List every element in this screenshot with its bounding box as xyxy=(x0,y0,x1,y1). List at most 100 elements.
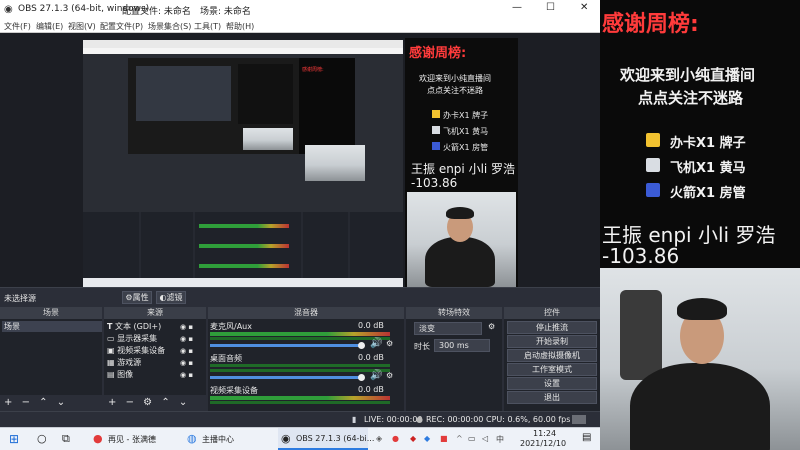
eye-icon[interactable]: ◉ ▪ xyxy=(180,333,193,345)
tray-icon[interactable]: ● xyxy=(392,434,399,443)
controls-title: 控件 xyxy=(504,307,600,319)
network-icon[interactable]: ▭ xyxy=(468,434,476,443)
gear-icon[interactable]: ⚙ xyxy=(386,371,393,380)
status-bar: ▮ LIVE: 00:00:00 ● REC: 00:00:00 CPU: 0.… xyxy=(0,411,600,427)
gear-icon[interactable]: ⚙ xyxy=(386,339,393,348)
add-scene-icon[interactable]: + xyxy=(4,397,12,408)
audio-meter xyxy=(210,332,390,336)
preview-canvas[interactable]: 感谢周榜: 感谢周榜: 欢迎来到小纯直播间 点点关注不迷路 办卡X1 牌子 飞机… xyxy=(0,33,600,287)
audio-meter xyxy=(210,364,390,367)
tray-icon[interactable]: ◆ xyxy=(410,434,416,443)
controls-dock: 控件 停止推流 开始录制 启动虚拟摄像机 工作室模式 设置 退出 xyxy=(504,307,600,411)
menu-edit[interactable]: 编辑(E) xyxy=(36,21,63,32)
chevron-up-icon[interactable]: ^ xyxy=(456,434,463,443)
source-settings-icon[interactable]: ⚙ xyxy=(143,397,152,408)
filters-button[interactable]: ◐滤镜 xyxy=(156,291,186,304)
nested-names: 王振 enpi 小li 罗浩 xyxy=(411,162,516,176)
menu-file[interactable]: 文件(F) xyxy=(4,21,31,32)
nested-webcam-feed xyxy=(407,192,516,287)
stream-overlay: 感谢周榜: 欢迎来到小纯直播间 点点关注不迷路 办卡X1 牌子 飞机X1 黄马 … xyxy=(600,0,800,450)
source-item-image[interactable]: ▤ 图像 xyxy=(107,369,133,380)
tray-icon[interactable]: ◆ xyxy=(424,434,430,443)
audio-meter xyxy=(210,396,390,400)
audio-meter xyxy=(210,369,390,372)
menu-tools[interactable]: 工具(T) xyxy=(194,21,221,32)
search-icon[interactable]: ○ xyxy=(37,432,47,445)
volume-knob[interactable] xyxy=(358,342,365,349)
source-item-camera[interactable]: ▣ 视频采集设备 xyxy=(107,345,165,356)
exit-button[interactable]: 退出 xyxy=(507,391,597,404)
task-view-icon[interactable]: ⧉ xyxy=(62,432,70,446)
mixer-dock: 混音器 麦克风/Aux 0.0 dB 🔊 ⚙ 桌面音频 0.0 dB 🔊 ⚙ 视… xyxy=(208,307,404,411)
eye-icon[interactable]: ◉ ▪ xyxy=(180,321,193,333)
tray-icon[interactable]: ■ xyxy=(440,434,448,443)
windows-start-icon[interactable]: ⊞ xyxy=(9,432,19,446)
studio-mode-button[interactable]: 工作室模式 xyxy=(507,363,597,376)
maximize-button[interactable]: ☐ xyxy=(546,2,555,13)
speaker-icon[interactable]: 🔊 xyxy=(370,370,382,381)
mixer-channel-db: 0.0 dB xyxy=(358,321,384,330)
settings-button[interactable]: 设置 xyxy=(507,377,597,390)
menu-scene-collection[interactable]: 场景集合(S) xyxy=(148,21,191,32)
close-button[interactable]: ✕ xyxy=(580,2,588,13)
window-scene-collection: 场景: 未命名 xyxy=(200,7,251,17)
gear-icon[interactable]: ⚙ xyxy=(488,322,495,331)
properties-button[interactable]: ⚙属性 xyxy=(122,291,152,304)
source-item-text[interactable]: T 文本 (GDI+) xyxy=(107,321,161,332)
menu-view[interactable]: 视图(V) xyxy=(68,21,96,32)
minimize-button[interactable]: — xyxy=(512,2,522,13)
taskbar-item-obs[interactable]: ◉ OBS 27.1.3 (64-bi... xyxy=(278,428,374,450)
scene-item[interactable]: 场景 xyxy=(2,321,102,332)
taskbar-item-music[interactable]: ● 再见 - 张满德 xyxy=(90,428,176,450)
start-virtual-camera-button[interactable]: 启动虚拟摄像机 xyxy=(507,349,597,362)
move-up-icon[interactable]: ⌃ xyxy=(39,397,47,408)
nested-inner-cam xyxy=(243,128,293,150)
duration-input[interactable]: 300 ms xyxy=(434,339,490,352)
gear-icon: ⚙ xyxy=(125,293,133,302)
transition-select[interactable]: 淡变 xyxy=(414,322,482,335)
source-label-camera: 视频采集设备 xyxy=(117,346,166,355)
source-item-display[interactable]: ▭ 显示器采集 xyxy=(107,333,157,344)
scenes-list: 场景 xyxy=(0,319,102,395)
notification-icon[interactable]: ▤ xyxy=(582,432,591,443)
stop-streaming-button[interactable]: 停止推流 xyxy=(507,321,597,334)
nested-preview xyxy=(128,58,308,154)
move-down-icon[interactable]: ⌄ xyxy=(57,397,65,408)
rocket-icon xyxy=(432,142,440,150)
scenes-dock: 场景 场景 + − ⌃ ⌄ xyxy=(0,307,102,411)
volume-knob[interactable] xyxy=(358,374,365,381)
start-recording-button[interactable]: 开始录制 xyxy=(507,335,597,348)
scene-controls: + − ⌃ ⌄ xyxy=(4,397,65,408)
source-item-game[interactable]: ▦ 游戏源 xyxy=(107,357,141,368)
menu-help[interactable]: 帮助(H) xyxy=(226,21,254,32)
volume-icon[interactable]: ◁ xyxy=(482,434,488,443)
source-toolbar: 未选择源 ⚙属性 ◐滤镜 xyxy=(0,287,600,306)
speaker-icon[interactable]: 🔊 xyxy=(370,338,382,349)
menu-profile[interactable]: 配置文件(P) xyxy=(100,21,143,32)
ime-icon[interactable]: 中 xyxy=(496,434,504,445)
source-up-icon[interactable]: ⌃ xyxy=(161,397,169,408)
tray-icon[interactable]: ◈ xyxy=(376,434,382,443)
eye-icon[interactable]: ◉ ▪ xyxy=(180,369,193,381)
source-label-game: 游戏源 xyxy=(117,358,142,367)
rocket-icon xyxy=(646,183,660,197)
taskbar-item-streamer-center[interactable]: ◍ 主播中心 xyxy=(184,428,272,450)
volume-slider[interactable] xyxy=(210,376,362,379)
clock-date: 2021/12/10 xyxy=(520,439,567,448)
gamepad-icon: ▦ xyxy=(107,358,115,367)
eye-icon[interactable]: ◉ ▪ xyxy=(180,345,193,357)
mixer-body: 麦克风/Aux 0.0 dB 🔊 ⚙ 桌面音频 0.0 dB 🔊 ⚙ 视频采集设… xyxy=(208,319,404,411)
text-icon: T xyxy=(107,322,113,331)
volume-slider[interactable] xyxy=(210,344,362,347)
source-down-icon[interactable]: ⌄ xyxy=(179,397,187,408)
nested-docks xyxy=(83,212,403,278)
thanks-title: 感谢周榜: xyxy=(602,12,699,37)
taskbar: ⊞ ○ ⧉ ● 再见 - 张满德 ◍ 主播中心 ◉ OBS 27.1.3 (64… xyxy=(0,427,600,450)
remove-source-icon[interactable]: − xyxy=(126,397,134,408)
add-source-icon[interactable]: + xyxy=(108,397,116,408)
remove-scene-icon[interactable]: − xyxy=(22,397,30,408)
mixer-channel-name: 视频采集设备 xyxy=(210,386,258,395)
eye-icon[interactable]: ◉ ▪ xyxy=(180,357,193,369)
title-bar: ◉ OBS 27.1.3 (64-bit, windows) 配置文件: 未命名… xyxy=(0,0,600,19)
source-label-display: 显示器采集 xyxy=(117,334,158,343)
